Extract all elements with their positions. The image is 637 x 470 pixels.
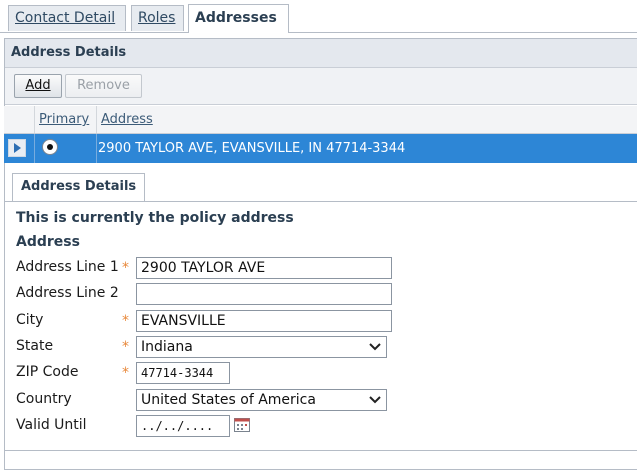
- zip-code-label: ZIP Code: [16, 364, 79, 380]
- address-toolbar: Add Remove: [5, 68, 637, 105]
- city-input[interactable]: EVANSVILLE: [136, 310, 392, 332]
- address-line1-label: Address Line 1: [16, 259, 119, 275]
- address-line2-input[interactable]: [136, 283, 392, 305]
- policy-address-note: This is currently the policy address: [16, 210, 294, 226]
- row-arrow-icon: [14, 143, 21, 153]
- required-marker: *: [122, 365, 129, 381]
- add-button-label: Add: [25, 78, 51, 93]
- country-label: Country: [16, 391, 72, 407]
- required-marker: *: [122, 313, 129, 329]
- valid-until-input[interactable]: ../../....: [136, 415, 230, 437]
- column-header-primary[interactable]: Primary: [34, 106, 96, 133]
- zip-code-input[interactable]: 47714-3344: [136, 362, 230, 384]
- panel-title: Address Details: [5, 39, 637, 68]
- city-label: City: [16, 312, 44, 328]
- required-marker: *: [122, 339, 129, 355]
- required-marker: *: [122, 260, 129, 276]
- state-select-value: Indiana: [141, 339, 193, 355]
- row-divider: [34, 134, 35, 163]
- tab-addresses-label: Addresses: [195, 10, 277, 26]
- calendar-icon[interactable]: [234, 418, 250, 432]
- chevron-down-icon: [369, 396, 381, 404]
- chevron-down-icon: [369, 343, 381, 351]
- top-tab-strip: Contact Detail Roles Addresses: [0, 0, 637, 33]
- row-indicator[interactable]: [8, 139, 26, 157]
- add-button[interactable]: Add: [14, 74, 62, 98]
- panel-bottom-divider: [4, 450, 637, 451]
- tab-address-details-label: Address Details: [21, 179, 137, 194]
- tab-contact-detail[interactable]: Contact Detail: [8, 5, 126, 31]
- remove-button-label: Remove: [77, 78, 130, 93]
- primary-radio[interactable]: [42, 139, 58, 155]
- tab-contact-detail-label: Contact Detail: [15, 10, 116, 26]
- tab-address-details[interactable]: Address Details: [12, 173, 146, 201]
- country-select[interactable]: United States of America: [136, 389, 387, 411]
- valid-until-label: Valid Until: [16, 417, 87, 433]
- column-header-address[interactable]: Address: [96, 106, 637, 133]
- address-section-title: Address: [16, 234, 80, 250]
- grid-header: Primary Address: [4, 106, 637, 134]
- tab-addresses[interactable]: Addresses: [188, 4, 289, 33]
- address-line1-input[interactable]: 2900 TAYLOR AVE: [136, 257, 392, 279]
- tab-roles-label: Roles: [138, 10, 176, 26]
- country-select-value: United States of America: [141, 392, 316, 408]
- row-divider: [96, 134, 97, 163]
- address-line2-label: Address Line 2: [16, 285, 119, 301]
- address-cell: 2900 TAYLOR AVE, EVANSVILLE, IN 47714-33…: [98, 141, 406, 156]
- table-row[interactable]: 2900 TAYLOR AVE, EVANSVILLE, IN 47714-33…: [4, 134, 637, 163]
- remove-button[interactable]: Remove: [65, 74, 142, 98]
- detail-tab-strip: Address Details: [4, 163, 637, 202]
- state-select[interactable]: Indiana: [136, 336, 387, 358]
- tab-roles[interactable]: Roles: [131, 5, 184, 31]
- state-label: State: [16, 338, 54, 354]
